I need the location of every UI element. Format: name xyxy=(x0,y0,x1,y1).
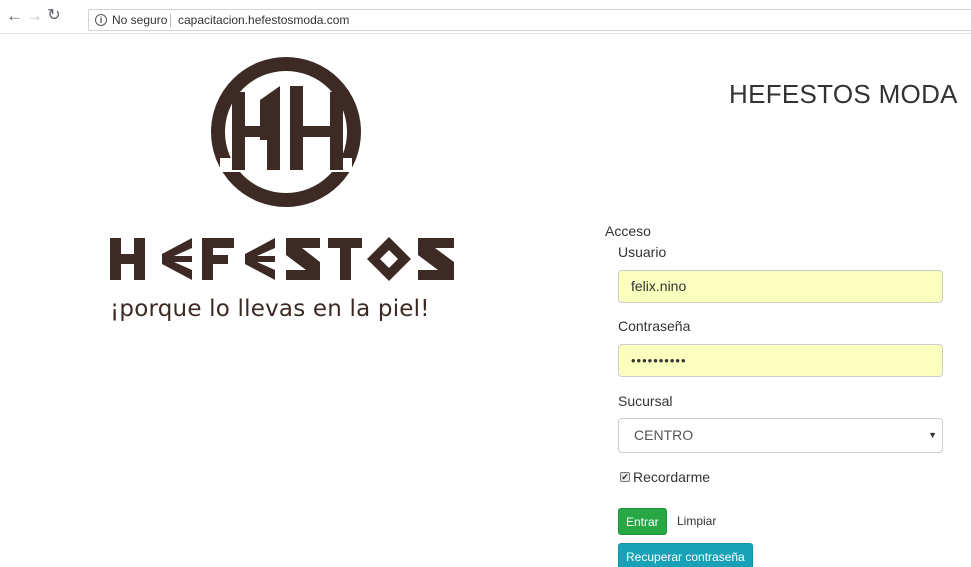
password-label: Contraseña xyxy=(618,318,691,334)
submit-button[interactable]: Entrar xyxy=(618,508,667,535)
logo-tagline: ¡porque lo llevas en la piel! xyxy=(110,296,430,322)
arrow-left-icon[interactable]: ← xyxy=(6,7,23,24)
address-bar[interactable]: i No seguro capacitacion.hefestosmoda.co… xyxy=(88,9,971,31)
url-text[interactable]: capacitacion.hefestosmoda.com xyxy=(178,10,349,30)
form-legend: Acceso xyxy=(605,223,651,239)
remember-checkbox[interactable]: ✔ xyxy=(620,472,630,482)
password-input[interactable]: •••••••••• xyxy=(618,344,943,377)
security-label[interactable]: No seguro xyxy=(112,10,167,30)
hefestos-logo: ¡porque lo llevas en la piel! xyxy=(110,50,470,350)
site-title: HEFESTOS MODA xyxy=(729,79,958,109)
info-icon[interactable]: i xyxy=(95,14,107,26)
username-input[interactable]: felix.nino xyxy=(618,270,943,303)
recover-password-button[interactable]: Recuperar contraseña xyxy=(618,543,753,567)
reload-icon[interactable]: ↻ xyxy=(46,8,62,24)
url-divider xyxy=(170,14,171,27)
remember-label[interactable]: Recordarme xyxy=(633,469,710,485)
branch-select[interactable]: CENTRO ▼ xyxy=(618,418,943,453)
branch-select-value: CENTRO xyxy=(634,427,694,443)
chevron-down-icon: ▼ xyxy=(928,430,937,440)
branch-label: Sucursal xyxy=(618,393,673,409)
browser-toolbar: ← → ↻ i No seguro capacitacion.hefestosm… xyxy=(0,0,971,34)
clear-button[interactable]: Limpiar xyxy=(677,514,716,528)
username-label: Usuario xyxy=(618,244,667,260)
arrow-right-icon[interactable]: → xyxy=(26,7,43,24)
